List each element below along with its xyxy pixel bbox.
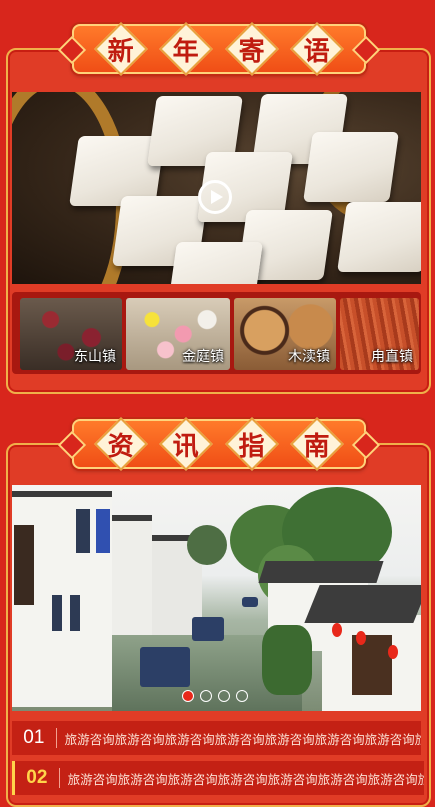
window [14,525,34,605]
carousel-dot[interactable] [218,690,230,702]
carousel-dot[interactable] [200,690,212,702]
news-title: 旅游咨询旅游咨询旅游咨询旅游咨询旅游咨询旅游咨询旅游咨询旅游 [64,731,421,747]
town-thumbnail-strip: 东山镇 金庭镇 木渎镇 甪直镇 [12,292,421,374]
news-item[interactable]: 01 旅游咨询旅游咨询旅游咨询旅游咨询旅游咨询旅游咨询旅游咨询旅游 [12,721,421,755]
town-label: 东山镇 [74,349,116,365]
carousel-dot[interactable] [182,690,194,702]
tree [262,625,312,695]
news-item[interactable]: 02 旅游咨询旅游咨询旅游咨询旅游咨询旅游咨询旅游咨询旅游咨询旅游 [12,761,424,795]
play-button[interactable] [198,180,232,214]
lantern [356,631,366,645]
title-char: 指 [224,417,279,471]
town-thumb-luzhi[interactable]: 甪直镇 [340,298,419,370]
boat [140,647,190,687]
divider [55,728,57,748]
divider [58,768,60,788]
title-char: 资 [93,417,148,471]
lantern [388,645,398,659]
title-char: 南 [290,417,345,471]
tree [187,525,227,565]
title-char: 年 [159,22,214,76]
boat [242,597,258,607]
roof [258,561,384,583]
window [96,509,110,553]
title-char: 新 [93,22,148,76]
town-label: 甪直镇 [371,349,413,365]
window [70,595,80,631]
boat [192,617,224,641]
window [76,509,90,553]
news-title: 旅游咨询旅游咨询旅游咨询旅游咨询旅游咨询旅游咨询旅游咨询旅游 [67,771,424,787]
carousel-pagination [182,690,248,702]
rice-cake [303,132,399,202]
rice-cake [167,242,263,284]
section-title-new-year: 新 年 寄 语 [72,22,366,76]
town-thumb-mudu[interactable]: 木渎镇 [234,298,336,370]
town-thumb-dongshan[interactable]: 东山镇 [20,298,122,370]
news-number: 02 [26,767,48,788]
roof [304,585,421,623]
play-icon [210,190,223,204]
rice-cake [337,202,421,272]
news-number: 01 [23,727,45,748]
building [112,515,152,651]
carousel-image-canal-town[interactable] [12,485,421,711]
town-thumb-jinting[interactable]: 金庭镇 [126,298,230,370]
title-char: 语 [290,22,345,76]
title-char: 讯 [159,417,214,471]
title-char: 寄 [224,22,279,76]
lantern [332,623,342,637]
section-title-news-guide: 资 讯 指 南 [72,417,366,471]
window [52,595,62,631]
town-label: 金庭镇 [182,349,224,365]
carousel-dot[interactable] [236,690,248,702]
video-player[interactable] [12,92,421,284]
town-label: 木渎镇 [288,349,330,365]
